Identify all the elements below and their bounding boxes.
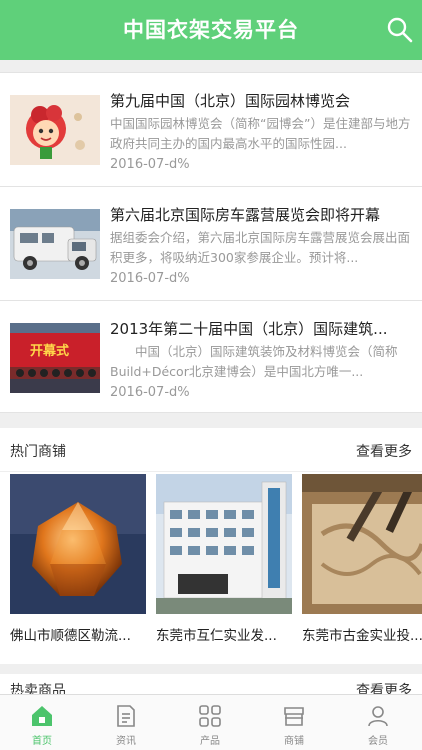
news-title: 2013年第二十届中国（北京）国际建筑... bbox=[110, 320, 388, 338]
bottom-tab-bar: 首页 资讯 产品 商铺 会员 bbox=[0, 694, 422, 750]
shop-image-building bbox=[156, 474, 292, 614]
shop-card[interactable]: 东莞市互仁实业发... bbox=[156, 474, 292, 652]
svg-text:开幕式: 开幕式 bbox=[30, 343, 69, 359]
news-date: 2016-07-d% bbox=[110, 271, 190, 286]
tab-label: 首页 bbox=[32, 736, 52, 747]
page-title: 中国衣架交易平台 bbox=[123, 18, 299, 42]
news-list: 第九届中国（北京）国际园林博览会 中国国际园林博览会（简称“园博会”）是住建部与… bbox=[0, 72, 422, 413]
search-button[interactable] bbox=[386, 16, 414, 44]
news-description: 中国（北京）国际建筑装饰及材料博览会（简称Build+Décor北京建博会）是中… bbox=[110, 344, 398, 379]
tab-label: 资讯 bbox=[116, 736, 136, 747]
tab-label: 商铺 bbox=[284, 736, 304, 747]
news-item[interactable]: 第九届中国（北京）国际园林博览会 中国国际园林博览会（简称“园博会”）是住建部与… bbox=[0, 73, 422, 187]
shop-image-carving bbox=[302, 474, 422, 614]
view-more-link[interactable]: 查看更多 bbox=[356, 441, 412, 461]
tab-products[interactable]: 产品 bbox=[168, 695, 252, 750]
tab-shops[interactable]: 商铺 bbox=[252, 695, 336, 750]
news-thumbnail-mascot bbox=[10, 95, 100, 165]
store-icon bbox=[284, 707, 304, 726]
popular-shops-section: 热门商铺 查看更多 佛山市顺德区勒流... 东莞市互仁实业发... 东莞市古金实… bbox=[0, 428, 422, 664]
news-thumbnail-ceremony: 开幕式 bbox=[10, 323, 100, 393]
shop-name: 东莞市互仁实业发... bbox=[156, 628, 277, 644]
home-icon bbox=[32, 706, 52, 726]
news-description: 据组委会介绍，第六届北京国际房车露营展览会展出面积更多，将吸纳近300家参展企业… bbox=[110, 230, 411, 265]
shop-name: 东莞市古金实业投... bbox=[302, 628, 422, 644]
shop-card[interactable]: 佛山市顺德区勒流... bbox=[10, 474, 146, 652]
news-item[interactable]: 开幕式 2013年第二十届中国（北京）国际建筑... 中国（北京）国际建筑装饰及… bbox=[0, 301, 422, 415]
news-title: 第九届中国（北京）国际园林博览会 bbox=[110, 92, 351, 110]
news-date: 2016-07-d% bbox=[110, 157, 190, 172]
search-icon bbox=[387, 17, 413, 43]
app-header: 中国衣架交易平台 bbox=[0, 0, 422, 60]
section-title: 热门商铺 bbox=[10, 444, 66, 460]
news-item[interactable]: 第六届北京国际房车露营展览会即将开幕 据组委会介绍，第六届北京国际房车露营展览会… bbox=[0, 187, 422, 301]
news-description: 中国国际园林博览会（简称“园博会”）是住建部与地方政府共同主办的国内最高水平的国… bbox=[110, 116, 411, 151]
tab-label: 会员 bbox=[368, 736, 388, 747]
section-header: 热门商铺 查看更多 bbox=[0, 428, 422, 472]
user-icon bbox=[368, 706, 388, 727]
tab-news[interactable]: 资讯 bbox=[84, 695, 168, 750]
news-title: 第六届北京国际房车露营展览会即将开幕 bbox=[110, 206, 381, 224]
grid-icon bbox=[199, 705, 221, 727]
shop-card[interactable]: 东莞市古金实业投... bbox=[302, 474, 422, 652]
tab-label: 产品 bbox=[200, 736, 220, 747]
shop-name: 佛山市顺德区勒流... bbox=[10, 628, 131, 644]
document-icon bbox=[117, 705, 135, 727]
news-date: 2016-07-d% bbox=[110, 385, 190, 400]
news-thumbnail-rv bbox=[10, 209, 100, 279]
tab-home[interactable]: 首页 bbox=[0, 695, 84, 750]
shop-image-crystal bbox=[10, 474, 146, 614]
tab-member[interactable]: 会员 bbox=[336, 695, 420, 750]
